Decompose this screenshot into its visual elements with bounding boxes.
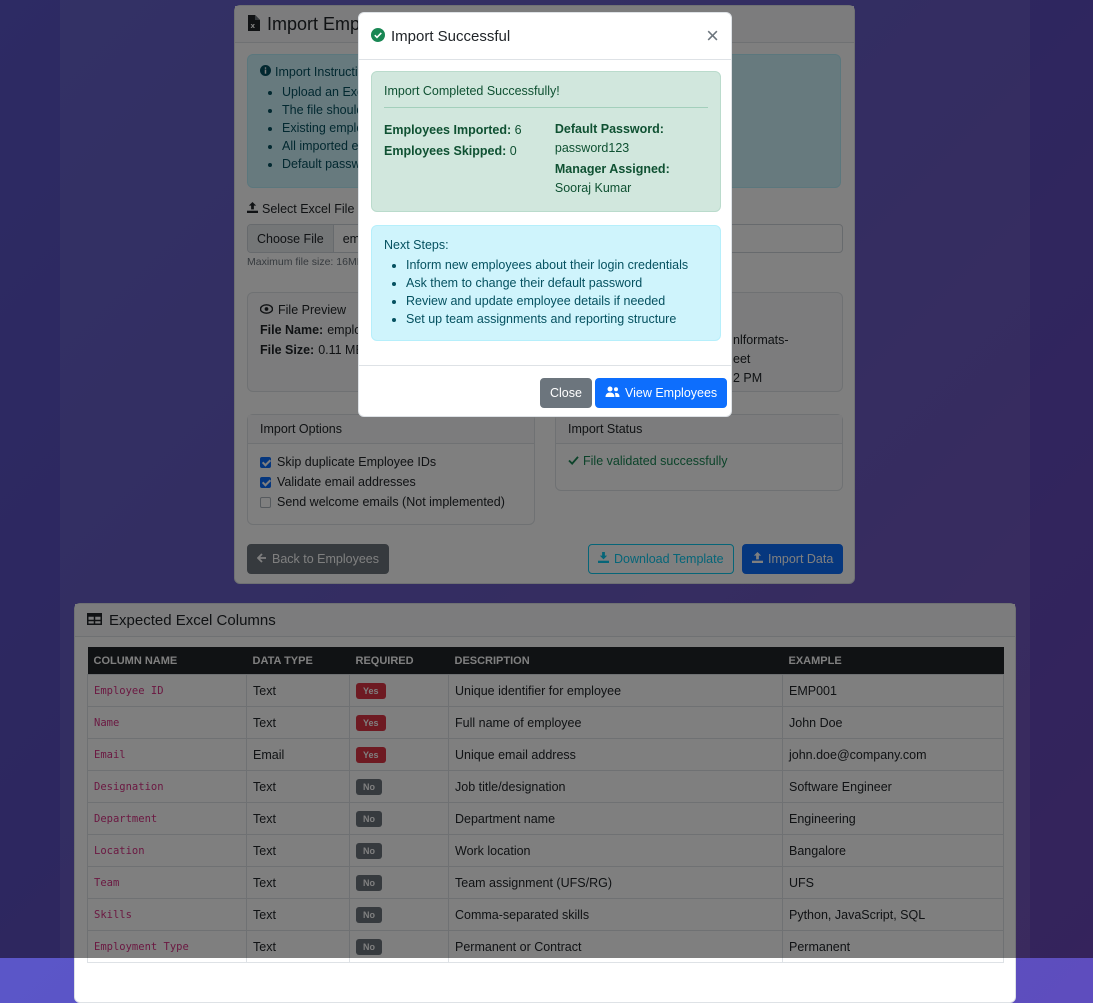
import-success-modal: Import Successful × Import Completed Suc… [358, 12, 732, 417]
password-value: password123 [554, 141, 630, 155]
manager-value: Sooraj Kumar [554, 181, 632, 195]
skipped-label: Employees Skipped: [384, 144, 507, 158]
modal-header: Import Successful × [359, 13, 731, 60]
next-step-item: Set up team assignments and reporting st… [406, 310, 708, 328]
close-button[interactable]: Close [540, 378, 592, 408]
import-summary-alert: Import Completed Successfully! Employees… [371, 71, 721, 212]
view-button-label: View Employees [625, 386, 718, 400]
check-circle-icon [371, 27, 385, 45]
imported-label: Employees Imported: [384, 123, 512, 137]
next-steps-alert: Next Steps: Inform new employees about t… [371, 225, 721, 341]
close-button-label: Close [550, 386, 582, 400]
modal-title: Import Successful [391, 27, 511, 45]
next-step-item: Review and update employee details if ne… [406, 292, 708, 310]
imported-value: 6 [514, 123, 522, 137]
manager-label: Manager Assigned: [554, 162, 670, 176]
skipped-value: 0 [509, 144, 517, 158]
next-steps-title: Next Steps: [384, 238, 449, 252]
summary-heading: Import Completed Successfully! [384, 84, 708, 108]
close-icon[interactable]: × [706, 25, 719, 47]
view-employees-button[interactable]: View Employees [595, 378, 728, 408]
users-icon [605, 386, 620, 400]
password-label: Default Password: [554, 122, 664, 136]
next-step-item: Ask them to change their default passwor… [406, 274, 708, 292]
next-step-item: Inform new employees about their login c… [406, 256, 708, 274]
modal-footer: Close View Employees [359, 365, 731, 416]
